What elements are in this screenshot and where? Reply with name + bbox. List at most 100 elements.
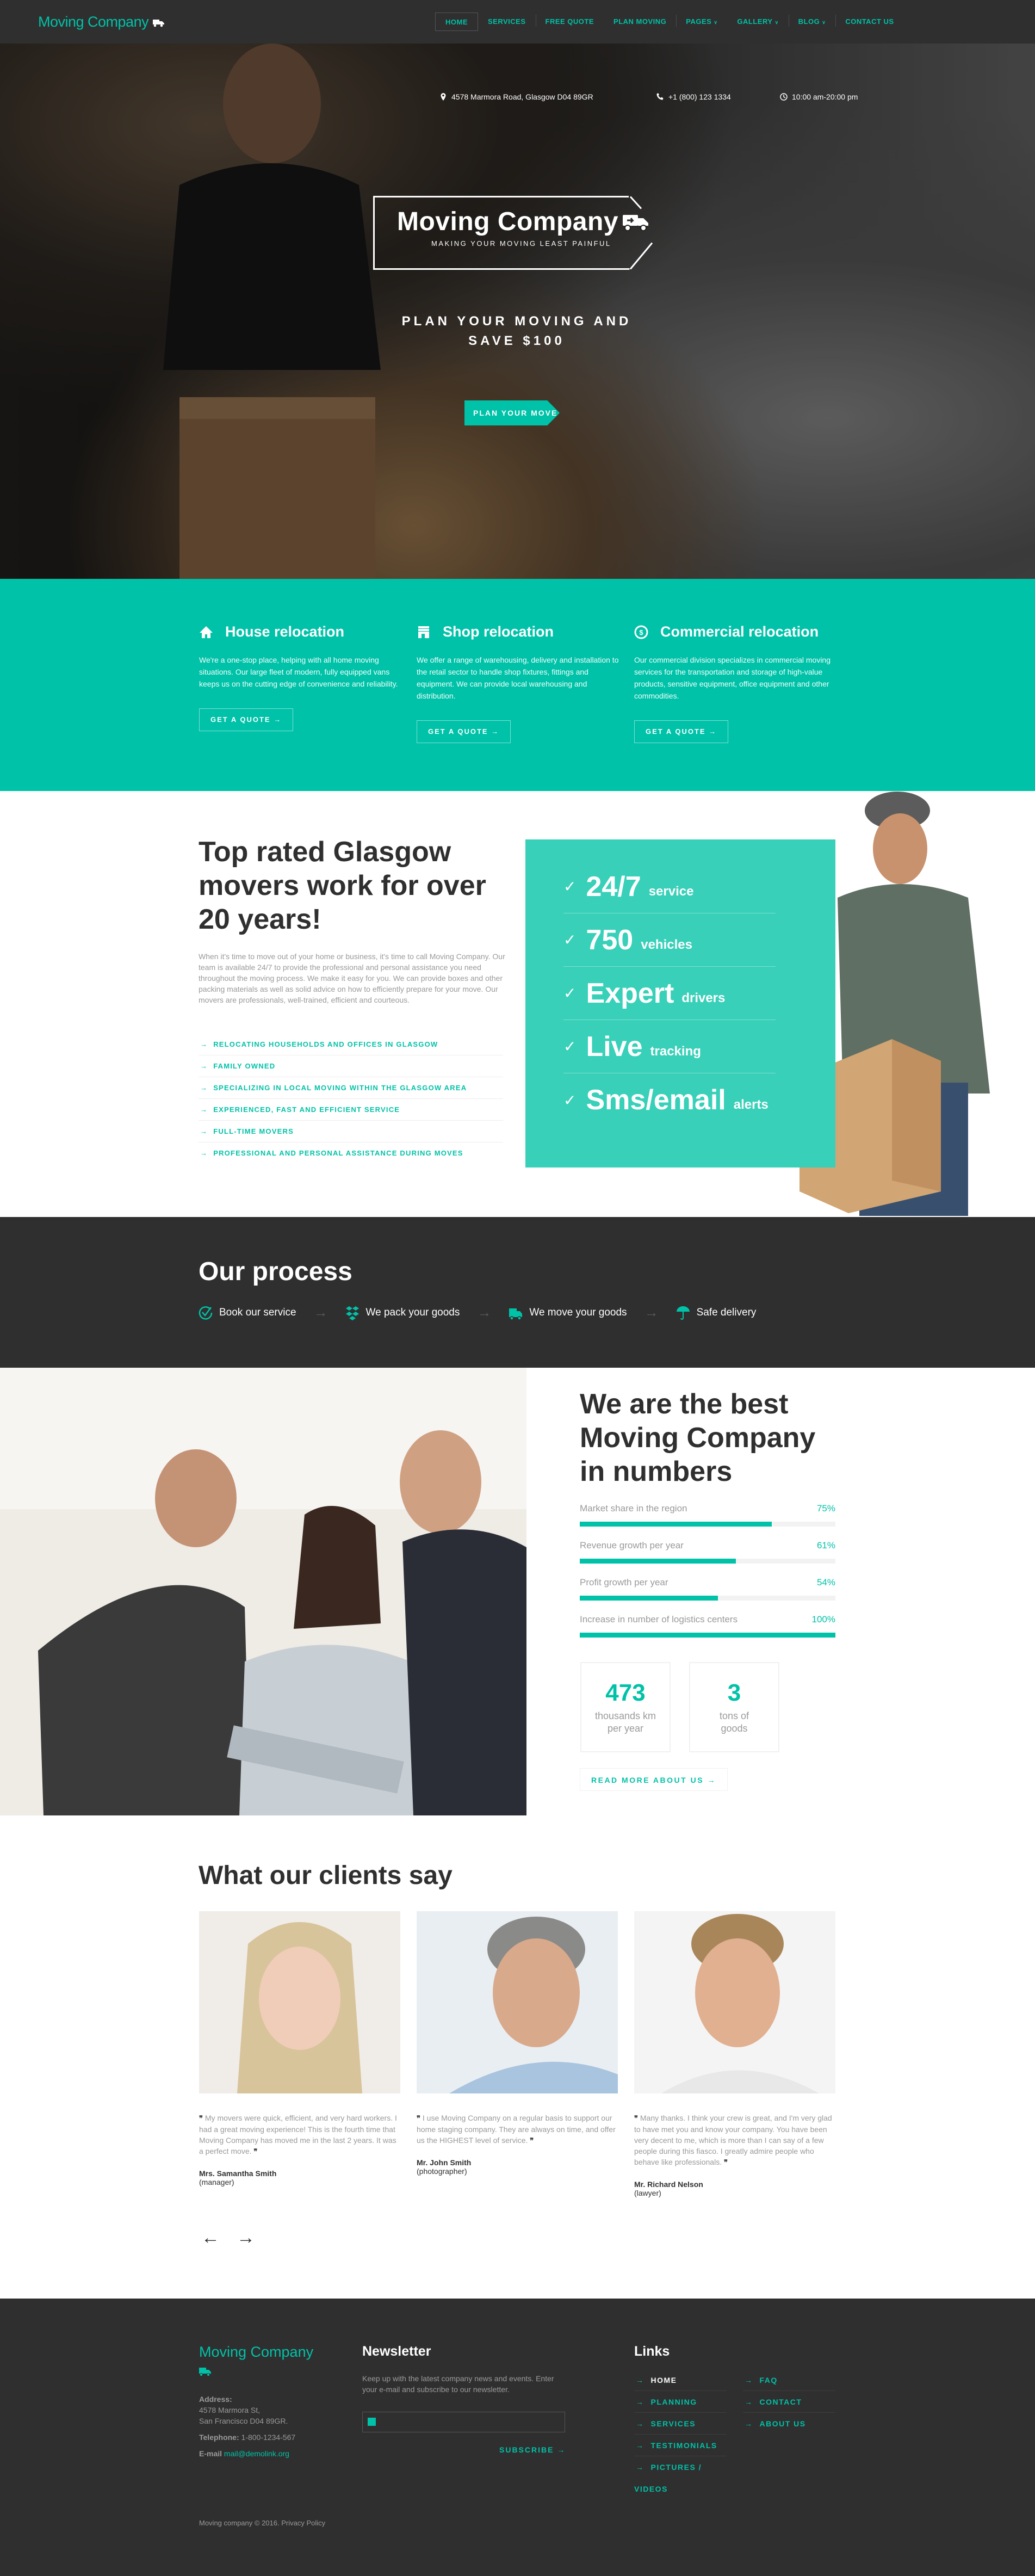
footer-link-home[interactable]: → HOME (634, 2369, 727, 2391)
svg-text:$: $ (639, 628, 643, 637)
check-circle-icon (199, 1306, 213, 1320)
service-shop-relocation: Shop relocation We offer a range of ware… (417, 623, 623, 743)
nav-pages[interactable]: PAGES ∨ (676, 13, 727, 31)
carousel-prev-button[interactable]: ← (201, 2227, 220, 2248)
nav-blog[interactable]: BLOG ∨ (788, 13, 836, 31)
nav-free-quote[interactable]: FREE QUOTE (535, 13, 604, 31)
list-item: → SPECIALIZING IN LOCAL MOVING WITHIN THE… (199, 1077, 503, 1099)
process-step: Book our service (199, 1305, 296, 1320)
about-list: → RELOCATING HOUSEHOLDS AND OFFICES IN GL… (199, 1034, 503, 1164)
map-pin-icon (441, 93, 446, 101)
footer-links-col2: → FAQ → CONTACT → ABOUT US (743, 2369, 835, 2435)
dollar-icon: $ (634, 625, 648, 639)
testimonial-card: ❞ My movers were quick, efficient, and v… (199, 1911, 400, 2186)
services-section: House relocation We're a one-stop place,… (0, 579, 1035, 791)
hero-overlay (0, 44, 1035, 579)
carousel-next-button[interactable]: → (237, 2227, 255, 2248)
newsletter-text: Keep up with the latest company news and… (362, 2374, 554, 2394)
service-text: We're a one-stop place, helping with all… (199, 656, 398, 688)
testimonial-card: ❞ I use Moving Company on a regular basi… (417, 1911, 618, 2176)
arrow-right-icon: → (636, 2419, 644, 2428)
footer-link-pictures-videos[interactable]: → PICTURES / VIDEOS (634, 2456, 727, 2493)
testimonial-quote: ❞ I use Moving Company on a regular basi… (417, 2114, 616, 2145)
nav-home[interactable]: HOME (435, 13, 478, 31)
arrow-right-icon: → (636, 2376, 644, 2385)
footer-link-about-us[interactable]: → ABOUT US (743, 2413, 835, 2435)
hero-address: 4578 Marmora Road, Glasgow D04 89GR (439, 92, 593, 101)
get-a-quote-button[interactable]: GET A QUOTE → (634, 720, 729, 743)
list-item: → RELOCATING HOUSEHOLDS AND OFFICES IN GL… (199, 1034, 503, 1055)
nav-gallery-label: GALLERY (737, 17, 773, 26)
process-section: Our process Book our service → We pack y… (0, 1217, 1035, 1368)
testimonial-card: ❞ Many thanks. I think your crew is grea… (634, 1911, 835, 2197)
arrow-right-icon: → (745, 2398, 753, 2406)
get-a-quote-button[interactable]: GET A QUOTE → (417, 720, 511, 743)
check-icon: ✓ (563, 878, 577, 895)
hero-title: Moving Company (397, 207, 649, 237)
footer (0, 2299, 1035, 2576)
hours-text: 10:00 am-20:00 pm (792, 92, 858, 101)
service-house-relocation: House relocation We're a one-stop place,… (199, 623, 406, 731)
progress-bar: Increase in number of logistics centers 1… (580, 1614, 835, 1638)
hero-phone[interactable]: +1 (800) 123 1334 (656, 92, 731, 101)
progress-fill (580, 1559, 736, 1564)
footer-logo[interactable]: Moving Company (199, 2344, 313, 2361)
service-title: House relocation (225, 623, 345, 640)
nav-contact-us[interactable]: CONTACT US (835, 13, 903, 31)
testimonial-role: (photographer) (417, 2167, 467, 2176)
stat-box: 3 tons of goods (689, 1662, 779, 1752)
subscribe-button[interactable]: SUBSCRIBE → (499, 2445, 566, 2454)
progress-bar: Market share in the region 75% (580, 1503, 835, 1527)
about-paragraph: When it's time to move out of your home … (199, 952, 505, 1004)
testimonial-name: Mr. John Smith (417, 2158, 472, 2167)
arrow-right-icon: → (709, 727, 717, 736)
progress-bar: Revenue growth per year 61% (580, 1540, 835, 1564)
process-step: We pack your goods (345, 1305, 460, 1320)
truck-icon (623, 215, 649, 231)
arrow-right-icon: → (200, 1040, 208, 1048)
footer-link-contact[interactable]: → CONTACT (743, 2391, 835, 2413)
feature-row: ✓ 24/7 service (563, 860, 776, 913)
newsletter-heading: Newsletter (362, 2344, 431, 2359)
phone-icon (656, 93, 664, 100)
truck-icon (509, 1308, 523, 1320)
feature-row: ✓ Expert drivers (563, 967, 776, 1020)
email-link[interactable]: mail@demolink.org (224, 2449, 289, 2458)
client-photo (199, 1911, 400, 2093)
umbrella-icon (676, 1306, 690, 1320)
arrow-right-icon: → (644, 1304, 659, 1320)
plan-your-move-button[interactable]: PLAN YOUR MOVE (464, 400, 560, 425)
logo[interactable]: Moving Company (38, 14, 165, 30)
get-a-quote-button[interactable]: GET A QUOTE → (199, 708, 294, 731)
hero-cta-text: PLAN YOUR MOVING AND SAVE $100 (401, 314, 632, 348)
footer-telephone: Telephone: 1-800-1234-567 (199, 2433, 296, 2442)
stat-box: 473 thousands km per year (580, 1662, 671, 1752)
footer-link-faq[interactable]: → FAQ (743, 2369, 835, 2391)
service-title: Commercial relocation (660, 623, 819, 640)
footer-link-testimonials[interactable]: → TESTIMONIALS (634, 2435, 727, 2456)
process-steps: Book our service → We pack your goods → … (199, 1304, 756, 1321)
hero-subtitle: MAKING YOUR MOVING LEAST PAINFUL (431, 239, 611, 248)
list-item: → FAMILY OWNED (199, 1055, 503, 1077)
arrow-right-icon: → (745, 2376, 753, 2385)
nav-services[interactable]: SERVICES (478, 13, 536, 31)
hero-banner: 4578 Marmora Road, Glasgow D04 89GR +1 (… (0, 44, 1035, 579)
nav-plan-moving[interactable]: PLAN MOVING (604, 13, 676, 31)
read-more-button[interactable]: READ MORE ABOUT US → (580, 1768, 728, 1791)
list-item: → EXPERIENCED, FAST AND EFFICIENT SERVICE (199, 1099, 503, 1121)
list-item: → FULL-TIME MOVERS (199, 1121, 503, 1142)
arrow-right-icon: → (745, 2419, 753, 2428)
newsletter-email-field[interactable] (362, 2412, 565, 2432)
nav-gallery[interactable]: GALLERY ∨ (727, 13, 788, 31)
box-pack-icon (345, 1306, 359, 1320)
footer-link-planning[interactable]: → PLANNING (634, 2391, 727, 2413)
chevron-down-icon: ∨ (822, 20, 826, 25)
service-text: We offer a range of warehousing, deliver… (417, 656, 619, 700)
mail-icon (368, 2418, 376, 2426)
footer-link-services[interactable]: → SERVICES (634, 2413, 727, 2435)
arrow-right-icon: → (200, 1105, 208, 1114)
newsletter-email-input[interactable] (381, 2412, 561, 2432)
testimonials-heading: What our clients say (199, 1861, 453, 1890)
testimonial-name: Mr. Richard Nelson (634, 2180, 703, 2189)
footer-address: Address: 4578 Marmora St, San Francisco D0… (199, 2395, 288, 2425)
